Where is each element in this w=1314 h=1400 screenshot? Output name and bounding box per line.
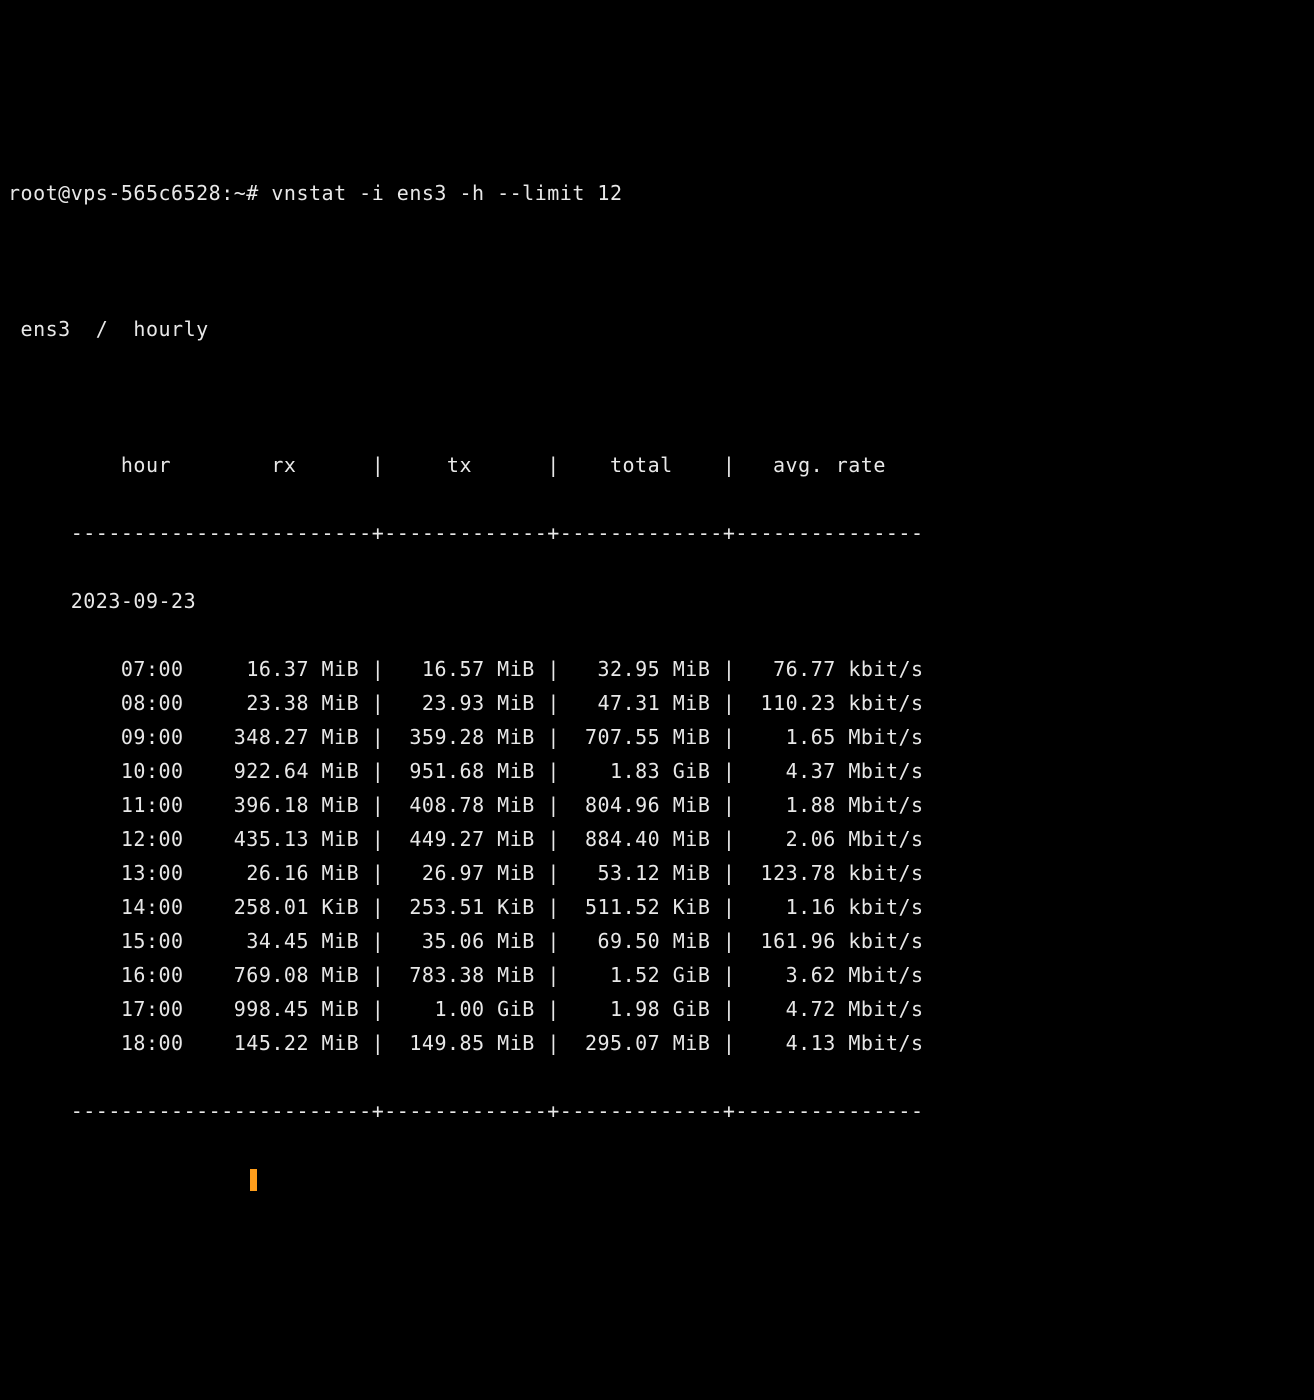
terminal-output: root@vps-565c6528:~# vnstat -i ens3 -h -… (8, 142, 1306, 1230)
table-row: 09:00 348.27 MiB | 359.28 MiB | 707.55 M… (8, 720, 1306, 754)
rate-cell: 4.72 Mbit/s (786, 997, 924, 1021)
cursor-line[interactable] (8, 1162, 1306, 1196)
rate-cell: 76.77 kbit/s (773, 657, 924, 681)
hour-cell: 09:00 (121, 725, 184, 749)
total-cell: 804.96 MiB (585, 793, 710, 817)
table-row: 07:00 16.37 MiB | 16.57 MiB | 32.95 MiB … (8, 652, 1306, 686)
tx-cell: 408.78 MiB (409, 793, 534, 817)
hour-cell: 14:00 (121, 895, 184, 919)
table-row: 12:00 435.13 MiB | 449.27 MiB | 884.40 M… (8, 822, 1306, 856)
table-row: 11:00 396.18 MiB | 408.78 MiB | 804.96 M… (8, 788, 1306, 822)
columns-header: hour rx | tx | total | avg. rate (8, 448, 1306, 482)
blank-line (8, 244, 1306, 278)
rate-cell: 1.65 Mbit/s (786, 725, 924, 749)
rx-cell: 348.27 MiB (234, 725, 359, 749)
rx-cell: 145.22 MiB (234, 1031, 359, 1055)
total-cell: 1.98 GiB (610, 997, 710, 1021)
tx-cell: 35.06 MiB (422, 929, 535, 953)
total-cell: 511.52 KiB (585, 895, 710, 919)
tx-cell: 26.97 MiB (422, 861, 535, 885)
interface-header: ens3 / hourly (8, 312, 1306, 346)
tx-cell: 783.38 MiB (409, 963, 534, 987)
total-cell: 1.83 GiB (610, 759, 710, 783)
rate-cell: 161.96 kbit/s (761, 929, 924, 953)
table-row: 17:00 998.45 MiB | 1.00 GiB | 1.98 GiB |… (8, 992, 1306, 1026)
table-row: 16:00 769.08 MiB | 783.38 MiB | 1.52 GiB… (8, 958, 1306, 992)
rx-cell: 23.38 MiB (246, 691, 359, 715)
rate-cell: 4.37 Mbit/s (786, 759, 924, 783)
hour-cell: 11:00 (121, 793, 184, 817)
rx-cell: 26.16 MiB (246, 861, 359, 885)
rx-cell: 998.45 MiB (234, 997, 359, 1021)
hour-cell: 13:00 (121, 861, 184, 885)
hour-cell: 12:00 (121, 827, 184, 851)
rate-cell: 110.23 kbit/s (761, 691, 924, 715)
table-row: 10:00 922.64 MiB | 951.68 MiB | 1.83 GiB… (8, 754, 1306, 788)
total-cell: 707.55 MiB (585, 725, 710, 749)
tx-cell: 951.68 MiB (409, 759, 534, 783)
hour-cell: 17:00 (121, 997, 184, 1021)
hour-cell: 18:00 (121, 1031, 184, 1055)
separator-line: ------------------------+-------------+-… (8, 516, 1306, 550)
rate-cell: 123.78 kbit/s (761, 861, 924, 885)
total-cell: 884.40 MiB (585, 827, 710, 851)
rate-cell: 2.06 Mbit/s (786, 827, 924, 851)
total-cell: 32.95 MiB (598, 657, 711, 681)
table-row: 18:00 145.22 MiB | 149.85 MiB | 295.07 M… (8, 1026, 1306, 1060)
tx-cell: 253.51 KiB (409, 895, 534, 919)
separator-line: ------------------------+-------------+-… (8, 1094, 1306, 1128)
tx-cell: 16.57 MiB (422, 657, 535, 681)
hour-cell: 07:00 (121, 657, 184, 681)
tx-cell: 449.27 MiB (409, 827, 534, 851)
total-cell: 69.50 MiB (598, 929, 711, 953)
rate-cell: 4.13 Mbit/s (786, 1031, 924, 1055)
rx-cell: 258.01 KiB (234, 895, 359, 919)
rate-cell: 1.16 kbit/s (786, 895, 924, 919)
rx-cell: 34.45 MiB (246, 929, 359, 953)
rx-cell: 396.18 MiB (234, 793, 359, 817)
tx-cell: 149.85 MiB (409, 1031, 534, 1055)
date-line: 2023-09-23 (8, 584, 1306, 618)
table-row: 14:00 258.01 KiB | 253.51 KiB | 511.52 K… (8, 890, 1306, 924)
total-cell: 47.31 MiB (598, 691, 711, 715)
hour-cell: 10:00 (121, 759, 184, 783)
hour-cell: 16:00 (121, 963, 184, 987)
tx-cell: 1.00 GiB (434, 997, 534, 1021)
rx-cell: 16.37 MiB (246, 657, 359, 681)
rx-cell: 922.64 MiB (234, 759, 359, 783)
tx-cell: 359.28 MiB (409, 725, 534, 749)
blank-line (8, 380, 1306, 414)
total-cell: 53.12 MiB (598, 861, 711, 885)
table-row: 08:00 23.38 MiB | 23.93 MiB | 47.31 MiB … (8, 686, 1306, 720)
table-row: 15:00 34.45 MiB | 35.06 MiB | 69.50 MiB … (8, 924, 1306, 958)
rate-cell: 1.88 Mbit/s (786, 793, 924, 817)
command-prompt-line[interactable]: root@vps-565c6528:~# vnstat -i ens3 -h -… (8, 176, 1306, 210)
rate-cell: 3.62 Mbit/s (786, 963, 924, 987)
rx-cell: 769.08 MiB (234, 963, 359, 987)
table-row: 13:00 26.16 MiB | 26.97 MiB | 53.12 MiB … (8, 856, 1306, 890)
rx-cell: 435.13 MiB (234, 827, 359, 851)
total-cell: 1.52 GiB (610, 963, 710, 987)
total-cell: 295.07 MiB (585, 1031, 710, 1055)
tx-cell: 23.93 MiB (422, 691, 535, 715)
hour-cell: 15:00 (121, 929, 184, 953)
data-rows: 07:00 16.37 MiB | 16.57 MiB | 32.95 MiB … (8, 652, 1306, 1060)
cursor-icon (250, 1169, 257, 1191)
hour-cell: 08:00 (121, 691, 184, 715)
